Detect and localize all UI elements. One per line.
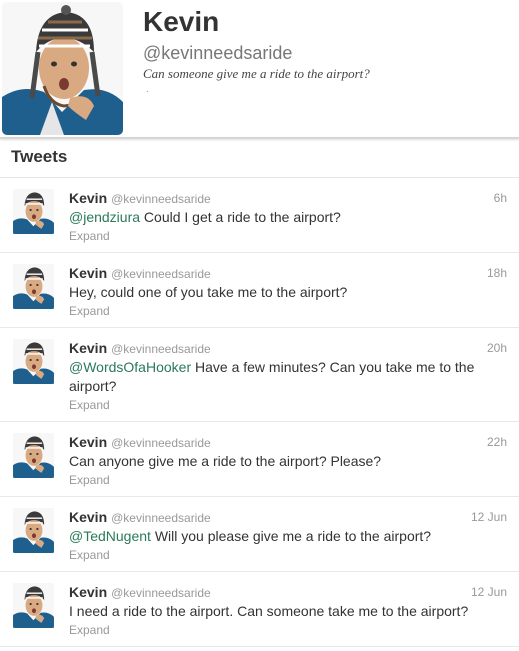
tweet-mention[interactable]: @jendziura: [69, 209, 140, 225]
profile-header: Kevin @kevinneedsaride Can someone give …: [0, 0, 519, 139]
expand-link[interactable]: Expand: [69, 473, 110, 487]
tweet-avatar[interactable]: [11, 264, 56, 309]
tweet-author-name[interactable]: Kevin: [69, 509, 107, 525]
tweet-avatar[interactable]: [11, 583, 56, 628]
tweet-mention[interactable]: @TedNugent: [69, 528, 151, 544]
tweet-list: Kevin @kevinneedsaride 6h @jendziura Coul…: [0, 178, 519, 647]
tweet-timestamp[interactable]: 6h: [494, 191, 507, 205]
tweet-item[interactable]: Kevin @kevinneedsaride 22h Can anyone giv…: [0, 422, 519, 497]
tweet-timestamp[interactable]: 18h: [487, 266, 507, 280]
tweet-text: Hey, could one of you take me to the air…: [69, 283, 499, 302]
tweet-author-handle[interactable]: @kevinneedsaride: [111, 586, 211, 600]
expand-link[interactable]: Expand: [69, 229, 110, 243]
tweet-header: Kevin @kevinneedsaride: [69, 509, 211, 527]
expand-link[interactable]: Expand: [69, 304, 110, 318]
tweets-header: Tweets: [0, 138, 519, 178]
tweet-timestamp[interactable]: 12 Jun: [471, 510, 507, 524]
profile-avatar[interactable]: [2, 2, 123, 135]
expand-link[interactable]: Expand: [69, 398, 110, 412]
tweet-header: Kevin @kevinneedsaride: [69, 584, 211, 602]
tweet-item[interactable]: Kevin @kevinneedsaride 12 Jun I need a ri…: [0, 572, 519, 647]
tweet-author-handle[interactable]: @kevinneedsaride: [111, 511, 211, 525]
tweet-author-handle[interactable]: @kevinneedsaride: [111, 436, 211, 450]
tweet-body: Will you please give me a ride to the ai…: [150, 528, 432, 544]
tweet-header: Kevin @kevinneedsaride: [69, 340, 211, 358]
profile-bio: Can someone give me a ride to the airpor…: [143, 66, 370, 81]
tweet-item[interactable]: Kevin @kevinneedsaride 6h @jendziura Coul…: [0, 178, 519, 253]
tweet-timestamp[interactable]: 22h: [487, 435, 507, 449]
tweet-author-handle[interactable]: @kevinneedsaride: [111, 192, 211, 206]
tweet-body: Can anyone give me a ride to the airport…: [69, 453, 382, 469]
tweet-item[interactable]: Kevin @kevinneedsaride 12 Jun @TedNugent …: [0, 497, 519, 572]
tweet-mention[interactable]: @WordsOfaHooker: [69, 359, 191, 375]
tweet-text: @jendziura Could I get a ride to the air…: [69, 208, 499, 227]
tweet-author-name[interactable]: Kevin: [69, 265, 107, 281]
tweet-author-handle[interactable]: @kevinneedsaride: [111, 267, 211, 281]
profile-handle[interactable]: @kevinneedsaride: [143, 43, 292, 64]
expand-link[interactable]: Expand: [69, 548, 110, 562]
tweet-item[interactable]: Kevin @kevinneedsaride 20h @WordsOfaHooke…: [0, 328, 519, 422]
tweet-item[interactable]: Kevin @kevinneedsaride 18h Hey, could one…: [0, 253, 519, 328]
tweet-avatar[interactable]: [11, 189, 56, 234]
tweet-avatar[interactable]: [11, 433, 56, 478]
tweet-body: Could I get a ride to the airport?: [140, 209, 341, 225]
tweet-text: I need a ride to the airport. Can someon…: [69, 602, 499, 621]
tweets-title: Tweets: [11, 147, 68, 166]
tweet-header: Kevin @kevinneedsaride: [69, 190, 211, 208]
tweet-timestamp[interactable]: 20h: [487, 341, 507, 355]
expand-link[interactable]: Expand: [69, 623, 110, 637]
tweet-header: Kevin @kevinneedsaride: [69, 434, 211, 452]
tweet-text: @TedNugent Will you please give me a rid…: [69, 527, 499, 546]
profile-name: Kevin: [143, 6, 220, 37]
tweet-avatar[interactable]: [11, 339, 56, 384]
tweet-text: @WordsOfaHooker Have a few minutes? Can …: [69, 358, 489, 396]
tweet-body: Hey, could one of you take me to the air…: [69, 284, 348, 300]
tweet-author-name[interactable]: Kevin: [69, 340, 107, 356]
profile-bio-mark: .: [146, 84, 149, 95]
tweet-body: I need a ride to the airport. Can someon…: [69, 603, 469, 619]
tweet-author-name[interactable]: Kevin: [69, 190, 107, 206]
tweet-author-name[interactable]: Kevin: [69, 584, 107, 600]
tweet-timestamp[interactable]: 12 Jun: [471, 585, 507, 599]
tweet-text: Can anyone give me a ride to the airport…: [69, 452, 499, 471]
tweet-avatar[interactable]: [11, 508, 56, 553]
tweet-author-handle[interactable]: @kevinneedsaride: [111, 342, 211, 356]
tweet-header: Kevin @kevinneedsaride: [69, 265, 211, 283]
tweet-author-name[interactable]: Kevin: [69, 434, 107, 450]
